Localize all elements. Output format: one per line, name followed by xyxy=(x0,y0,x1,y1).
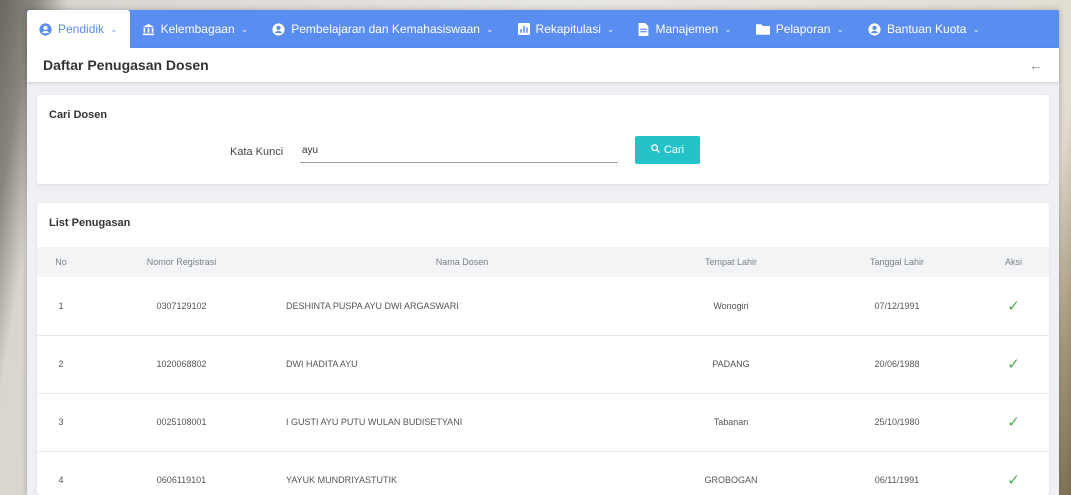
check-icon[interactable]: ✓ xyxy=(1007,356,1020,373)
page-title: Daftar Penugasan Dosen xyxy=(43,57,209,73)
search-row: Kata Kunci Cari xyxy=(37,135,1049,165)
search-button-label: Cari xyxy=(663,144,685,156)
chevron-down-icon: ⌄ xyxy=(485,23,494,34)
bar-chart-icon xyxy=(517,23,530,35)
chevron-down-icon: ⌄ xyxy=(724,23,732,34)
cell-no: 2 xyxy=(37,335,85,394)
cell-aksi: ✓ xyxy=(978,451,1049,495)
search-card: Cari Dosen Kata Kunci Cari xyxy=(37,95,1049,184)
nav-label: Pelaporan xyxy=(775,22,831,36)
nav-item-bantuan-kuota[interactable]: Bantuan Kuota ⌄ xyxy=(856,10,992,48)
col-header-no: No xyxy=(55,257,67,267)
chevron-down-icon: ⌄ xyxy=(110,23,118,34)
table-row: 4 0606119101 YAYUK MUNDRIYASTUTIK GROBOG… xyxy=(37,451,1049,495)
nav-label: Manajemen xyxy=(655,22,719,36)
cell-tempat-lahir: Tabanan xyxy=(646,393,816,452)
nav-label: Bantuan Kuota xyxy=(886,22,967,36)
folder-icon xyxy=(755,23,770,35)
cell-nomor-registrasi: 0606119101 xyxy=(85,451,278,495)
table-header-row: No Nomor Registrasi Nama Dosen Tempat La… xyxy=(37,247,1049,277)
app-window: Pendidik ⌄ Kelembagaan ⌄ Pembelajaran da… xyxy=(27,10,1059,495)
cell-tanggal-lahir: 07/12/1991 xyxy=(816,277,978,336)
col-header-aksi: Aksi xyxy=(1004,257,1022,267)
table-row: 1 0307129102 DESHINTA PUSPA AYU DWI ARGA… xyxy=(37,277,1049,336)
user-circle-icon xyxy=(272,22,285,36)
institution-icon xyxy=(142,23,155,36)
cell-tanggal-lahir: 06/11/1991 xyxy=(816,451,978,495)
nav-label: Kelembagaan xyxy=(160,22,235,36)
cell-nama-dosen: DWI HADITA AYU xyxy=(278,335,646,394)
cell-nama-dosen: I GUSTI AYU PUTU WULAN BUDISETYANI xyxy=(278,393,646,452)
nav-item-manajemen[interactable]: Manajemen ⌄ xyxy=(626,10,743,48)
user-circle-icon xyxy=(868,22,881,36)
cell-tanggal-lahir: 20/06/1988 xyxy=(816,335,978,394)
nav-label: Rekapitulasi xyxy=(535,22,601,36)
table-row: 3 0025108001 I GUSTI AYU PUTU WULAN BUDI… xyxy=(37,393,1049,452)
file-icon xyxy=(638,22,649,36)
cell-aksi: ✓ xyxy=(978,277,1049,336)
cell-tanggal-lahir: 25/10/1980 xyxy=(816,393,978,452)
search-icon xyxy=(651,144,660,156)
cell-no: 3 xyxy=(37,393,85,452)
col-header-tempat-lahir: Tempat Lahir xyxy=(704,257,758,267)
cell-nomor-registrasi: 0307129102 xyxy=(85,277,278,336)
col-header-nama-dosen: Nama Dosen xyxy=(435,257,489,267)
check-icon[interactable]: ✓ xyxy=(1007,472,1020,489)
nav-label: Pendidik xyxy=(58,22,105,36)
cell-no: 4 xyxy=(37,451,85,495)
cell-nama-dosen: YAYUK MUNDRIYASTUTIK xyxy=(278,451,646,495)
cell-nama-dosen: DESHINTA PUSPA AYU DWI ARGASWARI xyxy=(278,277,646,336)
page-header: Daftar Penugasan Dosen ← xyxy=(27,48,1059,82)
cell-tempat-lahir: Wonogiri xyxy=(646,277,816,336)
cell-nomor-registrasi: 0025108001 xyxy=(85,393,278,452)
cell-aksi: ✓ xyxy=(978,335,1049,394)
nav-item-pendidik[interactable]: Pendidik ⌄ xyxy=(27,10,130,48)
cell-aksi: ✓ xyxy=(978,393,1049,452)
chevron-down-icon: ⌄ xyxy=(836,23,844,34)
nav-item-pelaporan[interactable]: Pelaporan ⌄ xyxy=(744,10,856,48)
top-navbar: Pendidik ⌄ Kelembagaan ⌄ Pembelajaran da… xyxy=(27,10,1059,48)
nav-label: Pembelajaran dan Kemahasiswaan xyxy=(291,22,480,36)
chevron-down-icon: ⌄ xyxy=(972,23,980,34)
list-card-title: List Penugasan xyxy=(49,217,131,229)
search-button[interactable]: Cari xyxy=(635,136,700,164)
cell-tempat-lahir: PADANG xyxy=(646,335,816,394)
chevron-down-icon: ⌄ xyxy=(606,23,615,34)
col-header-nomor-registrasi: Nomor Registrasi xyxy=(146,257,217,267)
chevron-down-icon: ⌄ xyxy=(240,23,249,34)
search-card-title: Cari Dosen xyxy=(49,109,108,121)
nav-item-pembelajaran[interactable]: Pembelajaran dan Kemahasiswaan ⌄ xyxy=(260,10,505,48)
check-icon[interactable]: ✓ xyxy=(1007,298,1020,315)
keyword-label: Kata Kunci xyxy=(230,146,284,158)
arrow-left-icon[interactable]: ← xyxy=(1029,57,1043,73)
cell-tempat-lahir: GROBOGAN xyxy=(646,451,816,495)
nav-item-kelembagaan[interactable]: Kelembagaan ⌄ xyxy=(130,10,261,48)
cell-nomor-registrasi: 1020068802 xyxy=(85,335,278,394)
table-row: 2 1020068802 DWI HADITA AYU PADANG 20/06… xyxy=(37,335,1049,394)
list-card: List Penugasan No Nomor Registrasi Nama … xyxy=(37,203,1049,495)
cell-no: 1 xyxy=(37,277,85,336)
nav-item-rekapitulasi[interactable]: Rekapitulasi ⌄ xyxy=(506,10,627,48)
user-circle-icon xyxy=(39,22,52,36)
col-header-tanggal-lahir: Tanggal Lahir xyxy=(869,257,925,267)
check-icon[interactable]: ✓ xyxy=(1007,414,1020,431)
keyword-input[interactable] xyxy=(300,139,618,163)
assignment-table: No Nomor Registrasi Nama Dosen Tempat La… xyxy=(37,247,1049,495)
